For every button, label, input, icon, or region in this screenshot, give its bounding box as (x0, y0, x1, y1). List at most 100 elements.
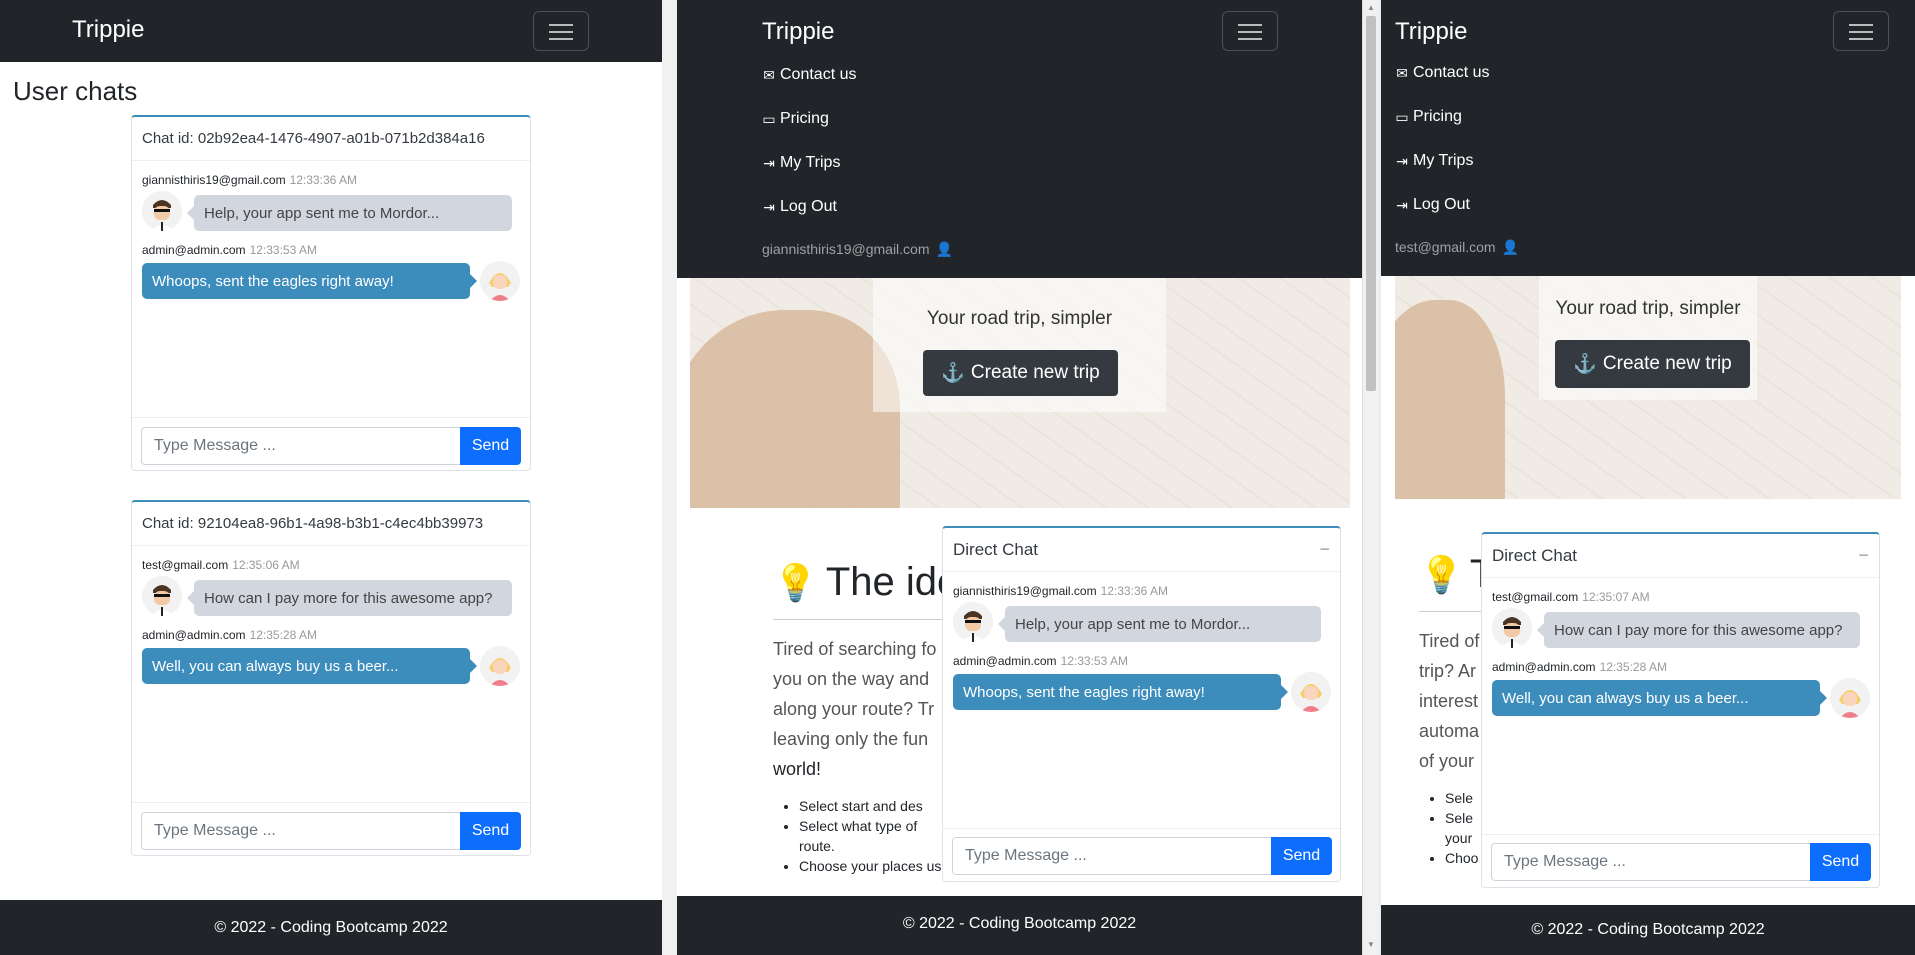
nav-logout[interactable]: ⇥ Log Out (1395, 183, 1915, 227)
chat-id-title: Chat id: 92104ea8-96b1-4a98-b3b1-c4ec4bb… (142, 515, 484, 532)
chat-card: Chat id: 92104ea8-96b1-4a98-b3b1-c4ec4bb… (131, 500, 531, 856)
send-button[interactable]: Send (1810, 843, 1871, 881)
admin-avatar (1830, 678, 1870, 718)
nav-logout-label: Log Out (780, 198, 837, 215)
nav-logout[interactable]: ⇥ Log Out (762, 185, 1362, 229)
chat-message-outgoing: admin@admin.com 12:35:28 AM Well, you can… (142, 628, 520, 688)
nav-my-trips[interactable]: ⇥ My Trips (1395, 139, 1915, 183)
create-trip-label: Create new trip (970, 362, 1100, 383)
brand-logo[interactable]: Trippie (72, 16, 144, 44)
message-user: admin@admin.com (142, 628, 246, 642)
message-user: admin@admin.com (142, 243, 246, 257)
send-button[interactable]: Send (460, 427, 521, 465)
message-bubble: How can I pay more for this awesome app? (187, 580, 512, 616)
brand-logo[interactable]: Trippie (1395, 18, 1467, 46)
chat-message-incoming: test@gmail.com 12:35:06 AM How can I pay … (142, 558, 520, 618)
message-user: test@gmail.com (1492, 590, 1579, 604)
navbar-toggler[interactable] (1833, 11, 1889, 51)
message-time: 12:35:06 AM (232, 558, 300, 572)
message-time: 12:35:28 AM (249, 628, 317, 642)
navbar: Trippie (0, 0, 662, 62)
navbar-toggler[interactable] (533, 11, 589, 51)
lightbulb-icon: 💡 (773, 561, 818, 603)
admin-avatar (1291, 672, 1331, 712)
nav-logout-label: Log Out (1413, 196, 1470, 213)
nav-pricing[interactable]: ▭ Pricing (762, 97, 1362, 141)
message-input[interactable]: Type Message ... (141, 427, 461, 465)
nav-pricing-label: Pricing (780, 110, 829, 127)
message-time: 12:35:07 AM (1582, 590, 1650, 604)
lightbulb-icon: 💡 (1419, 553, 1464, 595)
page-footer: © 2022 - Coding Bootcamp 2022 (677, 896, 1362, 955)
envelope-icon: ✉ (1396, 64, 1408, 81)
sign-in-icon: ⇥ (1396, 152, 1408, 169)
chat-footer: Type Message ... Send (1482, 834, 1879, 887)
direct-chat: Direct Chat − giannisthiris19@gmail.com 12… (942, 526, 1341, 882)
nav-contact-label: Contact us (1413, 64, 1490, 81)
page-title: User chats (13, 76, 138, 106)
window-test-user-home: Your road trip, simpler ⚓ Create new trip… (1381, 0, 1915, 955)
message-time: 12:33:53 AM (1060, 654, 1128, 668)
hero-subtitle: Your road trip, simpler (926, 308, 1113, 329)
nav-contact[interactable]: ✉ Contact us (1395, 51, 1915, 95)
nav-my-trips[interactable]: ⇥ My Trips (762, 141, 1362, 185)
message-bubble: Well, you can always buy us a beer... (1492, 680, 1827, 716)
minimize-icon[interactable]: − (1858, 545, 1869, 566)
nav-user[interactable]: test@gmail.com 👤 (1395, 231, 1915, 263)
nav-contact-label: Contact us (780, 66, 857, 83)
message-bubble: Whoops, sent the eagles right away! (142, 263, 477, 299)
hero-subtitle: Your road trip, simpler (1555, 298, 1741, 319)
message-time: 12:35:28 AM (1599, 660, 1667, 674)
nav-trips-label: My Trips (780, 154, 841, 171)
window-icon: ▭ (762, 110, 776, 127)
navbar-toggler[interactable] (1222, 11, 1278, 51)
minimize-icon[interactable]: − (1319, 539, 1330, 560)
window-user-home: Your road trip, simpler ⚓ Create new trip… (677, 0, 1362, 955)
compass-icon: ⚓ (941, 363, 965, 384)
message-user: admin@admin.com (1492, 660, 1596, 674)
user-email: test@gmail.com (1395, 239, 1496, 255)
create-trip-button[interactable]: ⚓ Create new trip (1555, 340, 1750, 388)
brand-logo[interactable]: Trippie (762, 18, 834, 46)
chat-footer: Type Message ... Send (943, 828, 1340, 881)
message-bubble: Whoops, sent the eagles right away! (953, 674, 1288, 710)
message-user: giannisthiris19@gmail.com (142, 173, 286, 187)
envelope-icon: ✉ (763, 66, 775, 83)
sign-out-icon: ⇥ (763, 198, 775, 215)
sign-in-icon: ⇥ (763, 154, 775, 171)
message-bubble: Well, you can always buy us a beer... (142, 648, 477, 684)
user-avatar (953, 602, 993, 642)
nav-trips-label: My Trips (1413, 152, 1474, 169)
user-email: giannisthiris19@gmail.com (762, 241, 930, 257)
compass-icon: ⚓ (1573, 354, 1597, 375)
nav-pricing-label: Pricing (1413, 108, 1462, 125)
chat-footer: Type Message ... Send (132, 417, 530, 470)
navbar-expanded: Trippie ✉ Contact us ▭ Pricing ⇥ My Trips ⇥… (1381, 0, 1915, 276)
nav-pricing[interactable]: ▭ Pricing (1395, 95, 1915, 139)
message-bubble: Help, your app sent me to Mordor... (187, 195, 512, 231)
message-bubble: How can I pay more for this awesome app? (1537, 612, 1860, 648)
send-button[interactable]: Send (460, 812, 521, 850)
person-icon: 👤 (935, 240, 953, 257)
admin-avatar (480, 261, 520, 301)
send-button[interactable]: Send (1271, 837, 1332, 875)
hero-banner: Your road trip, simpler ⚓ Create new trip (1395, 240, 1901, 499)
create-trip-label: Create new trip (1602, 353, 1732, 374)
page-footer: © 2022 - Coding Bootcamp 2022 (0, 900, 662, 955)
create-trip-button[interactable]: ⚓ Create new trip (923, 350, 1118, 396)
page-footer: © 2022 - Coding Bootcamp 2022 (1381, 905, 1915, 955)
message-input[interactable]: Type Message ... (141, 812, 461, 850)
nav-contact[interactable]: ✉ Contact us (762, 53, 1362, 97)
user-avatar (142, 191, 182, 231)
chat-footer: Type Message ... Send (132, 802, 530, 855)
message-input[interactable]: Type Message ... (952, 837, 1272, 875)
nav-user[interactable]: giannisthiris19@gmail.com 👤 (762, 233, 1362, 265)
message-time: 12:33:36 AM (1100, 584, 1168, 598)
message-user: giannisthiris19@gmail.com (953, 584, 1097, 598)
chat-card: Chat id: 02b92ea4-1476-4907-a01b-071b2d3… (131, 115, 531, 471)
user-avatar (1492, 608, 1532, 648)
message-input[interactable]: Type Message ... (1491, 843, 1811, 881)
chat-message-outgoing: admin@admin.com 12:33:53 AM Whoops, sent … (953, 654, 1331, 714)
message-bubble: Help, your app sent me to Mordor... (998, 606, 1321, 642)
hero-banner: Your road trip, simpler ⚓ Create new trip (690, 250, 1350, 508)
